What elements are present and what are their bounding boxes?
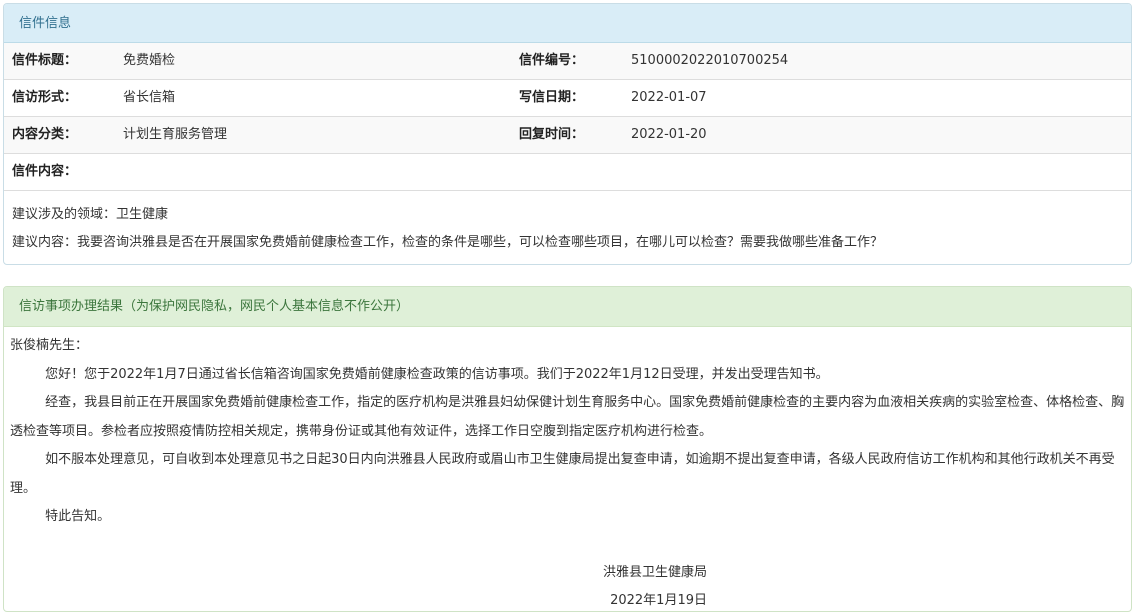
letter-content-label: 信件内容： [12, 164, 78, 179]
reply-time-label: 回复时间： [519, 127, 585, 142]
signature-org: 洪雅县卫生健康局 [602, 564, 707, 580]
info-row-content-label: 信件内容： [4, 154, 1131, 191]
reply-letter: 张俊楠先生： 您好！您于2022年1月7日通过省长信箱咨询国家免费婚前健康检查政… [4, 327, 1131, 611]
letter-info-header: 信件信息 [4, 4, 1131, 43]
handling-result-panel: 信访事项办理结果（为保护网民隐私，网民个人基本信息不作公开） 张俊楠先生： 您好… [3, 286, 1132, 612]
letter-number-label: 信件编号： [519, 53, 585, 68]
content-category-value: 计划生育服务管理 [123, 127, 228, 142]
signature-date: 2022年1月19日 [610, 593, 707, 608]
reply-salutation: 张俊楠先生： [10, 338, 89, 353]
reply-paragraph: 特此告知。 [45, 509, 111, 524]
reply-time-value: 2022-01-20 [631, 127, 707, 142]
letter-content: 建议涉及的领域：卫生健康 建议内容：我要咨询洪雅县是否在开展国家免费婚前健康检查… [4, 191, 1131, 257]
handling-result-header: 信访事项办理结果（为保护网民隐私，网民个人基本信息不作公开） [4, 287, 1131, 327]
info-row-category: 内容分类： 计划生育服务管理 回复时间： 2022-01-20 [4, 117, 1131, 154]
reply-paragraph: 经查，我县目前正在开展国家免费婚前健康检查工作，指定的医疗机构是洪雅县妇幼保健计… [10, 395, 1125, 439]
write-date-label: 写信日期： [519, 90, 585, 105]
suggestion-field: 建议涉及的领域：卫生健康 [12, 207, 169, 222]
info-row-title: 信件标题： 免费婚检 信件编号： 5100002022010700254 [4, 43, 1131, 80]
write-date-value: 2022-01-07 [631, 90, 707, 105]
letter-info-panel: 信件信息 信件标题： 免费婚检 信件编号： 510000202201070025… [3, 3, 1132, 265]
reply-paragraph: 您好！您于2022年1月7日通过省长信箱咨询国家免费婚前健康检查政策的信访事项。… [45, 366, 829, 382]
reply-paragraph: 如不服本处理意见，可自收到本处理意见书之日起30日内向洪雅县人民政府或眉山市卫生… [10, 452, 1115, 496]
petition-form-label: 信访形式： [12, 90, 78, 105]
letter-title-value: 免费婚检 [123, 53, 176, 68]
content-category-label: 内容分类： [12, 127, 78, 142]
suggestion-content: 建议内容：我要咨询洪雅县是否在开展国家免费婚前健康检查工作，检查的条件是哪些，可… [12, 235, 884, 250]
letter-title-label: 信件标题： [12, 53, 78, 68]
petition-form-value: 省长信箱 [123, 90, 176, 105]
letter-number-value: 5100002022010700254 [631, 53, 789, 68]
info-row-form: 信访形式： 省长信箱 写信日期： 2022-01-07 [4, 80, 1131, 117]
